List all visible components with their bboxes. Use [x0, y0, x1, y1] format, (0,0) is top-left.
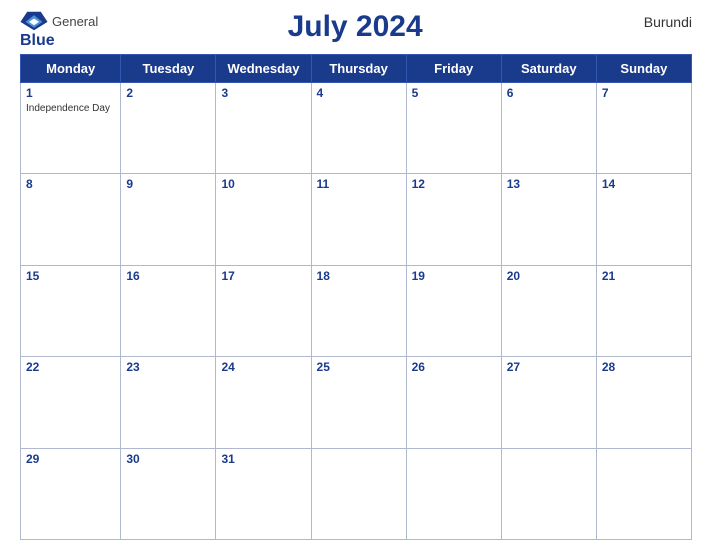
day-number: 22: [26, 360, 115, 374]
day-number: 27: [507, 360, 591, 374]
calendar-day-cell: 16: [121, 265, 216, 356]
calendar-day-cell: 23: [121, 357, 216, 448]
calendar-day-cell: 11: [311, 174, 406, 265]
day-number: 26: [412, 360, 496, 374]
day-number: 18: [317, 269, 401, 283]
calendar-day-cell: 14: [596, 174, 691, 265]
calendar-day-cell: [406, 448, 501, 539]
generalblue-logo-icon: [20, 10, 48, 32]
day-number: 11: [317, 177, 401, 191]
logo-blue-text: Blue: [20, 32, 55, 50]
day-number: 24: [221, 360, 305, 374]
day-event: Independence Day: [26, 103, 110, 114]
day-number: 19: [412, 269, 496, 283]
calendar-day-cell: [501, 448, 596, 539]
day-number: 1: [26, 86, 115, 100]
calendar-day-cell: 17: [216, 265, 311, 356]
calendar-day-cell: 15: [21, 265, 121, 356]
calendar-day-cell: 26: [406, 357, 501, 448]
day-number: 13: [507, 177, 591, 191]
country-label: Burundi: [612, 10, 692, 30]
calendar-day-cell: 3: [216, 83, 311, 174]
day-number: 9: [126, 177, 210, 191]
calendar-day-cell: 21: [596, 265, 691, 356]
calendar-week-row: 29 30 31: [21, 448, 692, 539]
calendar-day-cell: 19: [406, 265, 501, 356]
calendar-day-cell: 27: [501, 357, 596, 448]
calendar-day-cell: 9: [121, 174, 216, 265]
day-number: 17: [221, 269, 305, 283]
day-number: 3: [221, 86, 305, 100]
day-number: 31: [221, 452, 305, 466]
weekday-header-row: MondayTuesdayWednesdayThursdayFridaySatu…: [21, 55, 692, 83]
day-number: 30: [126, 452, 210, 466]
calendar-day-cell: 29: [21, 448, 121, 539]
calendar-day-cell: 2: [121, 83, 216, 174]
calendar-table: MondayTuesdayWednesdayThursdayFridaySatu…: [20, 54, 692, 540]
day-number: 20: [507, 269, 591, 283]
logo-general-text: General: [52, 14, 98, 29]
month-title: July 2024: [98, 10, 612, 44]
weekday-header-saturday: Saturday: [501, 55, 596, 83]
day-number: 21: [602, 269, 686, 283]
calendar-day-cell: 13: [501, 174, 596, 265]
calendar-day-cell: 10: [216, 174, 311, 265]
day-number: 16: [126, 269, 210, 283]
weekday-header-friday: Friday: [406, 55, 501, 83]
weekday-header-tuesday: Tuesday: [121, 55, 216, 83]
day-number: 12: [412, 177, 496, 191]
weekday-header-thursday: Thursday: [311, 55, 406, 83]
calendar-day-cell: 8: [21, 174, 121, 265]
weekday-header-monday: Monday: [21, 55, 121, 83]
calendar-day-cell: 25: [311, 357, 406, 448]
day-number: 7: [602, 86, 686, 100]
day-number: 25: [317, 360, 401, 374]
weekday-header-wednesday: Wednesday: [216, 55, 311, 83]
calendar-day-cell: 31: [216, 448, 311, 539]
calendar-day-cell: 1 Independence Day: [21, 83, 121, 174]
calendar-week-row: 22 23 24 25 26 27 28: [21, 357, 692, 448]
day-number: 2: [126, 86, 210, 100]
day-number: 6: [507, 86, 591, 100]
calendar-day-cell: 30: [121, 448, 216, 539]
day-number: 5: [412, 86, 496, 100]
day-number: 10: [221, 177, 305, 191]
calendar-day-cell: 12: [406, 174, 501, 265]
calendar-header: General Blue July 2024 Burundi: [20, 10, 692, 50]
calendar-week-row: 15 16 17 18 19 20 21: [21, 265, 692, 356]
calendar-day-cell: [596, 448, 691, 539]
day-number: 4: [317, 86, 401, 100]
calendar-week-row: 1 Independence Day 234567: [21, 83, 692, 174]
weekday-header-sunday: Sunday: [596, 55, 691, 83]
day-number: 29: [26, 452, 115, 466]
calendar-day-cell: 6: [501, 83, 596, 174]
calendar-day-cell: [311, 448, 406, 539]
calendar-day-cell: 28: [596, 357, 691, 448]
calendar-day-cell: 5: [406, 83, 501, 174]
calendar-day-cell: 7: [596, 83, 691, 174]
calendar-day-cell: 18: [311, 265, 406, 356]
calendar-day-cell: 20: [501, 265, 596, 356]
logo: General Blue: [20, 10, 98, 50]
day-number: 15: [26, 269, 115, 283]
calendar-day-cell: 22: [21, 357, 121, 448]
day-number: 23: [126, 360, 210, 374]
day-number: 28: [602, 360, 686, 374]
calendar-day-cell: 4: [311, 83, 406, 174]
calendar-day-cell: 24: [216, 357, 311, 448]
day-number: 8: [26, 177, 115, 191]
day-number: 14: [602, 177, 686, 191]
calendar-week-row: 89 10 11 12 13 14: [21, 174, 692, 265]
